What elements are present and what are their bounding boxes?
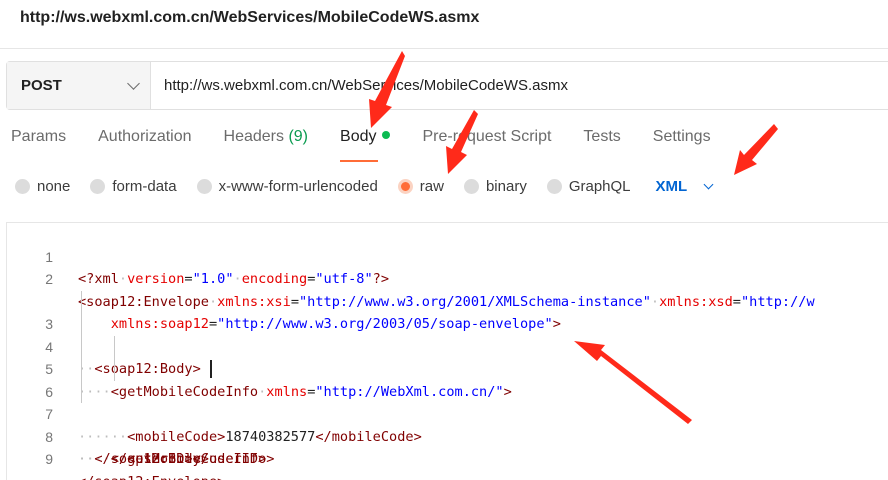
body-type-label: none [37, 177, 71, 195]
body-type-label: GraphQL [568, 177, 631, 195]
body-indicator-dot [382, 131, 391, 139]
body-type-label: form-data [112, 177, 177, 195]
body-type-selector: none form-data x-www-form-urlencoded raw… [15, 175, 714, 197]
line-number: 9 [45, 451, 53, 467]
method-label: POST [21, 77, 62, 94]
body-type-form-data[interactable]: form-data [90, 177, 177, 195]
tab-headers[interactable]: Headers (9) [224, 128, 309, 158]
tab-settings[interactable]: Settings [653, 128, 711, 158]
indent-guide [114, 335, 115, 358]
tab-tests[interactable]: Tests [583, 128, 620, 158]
editor-line: 9 </soap12:Envelope> [7, 426, 888, 480]
indent-guide [81, 290, 82, 313]
raw-language-label: XML [655, 177, 688, 195]
page-title: http://ws.webxml.com.cn/WebServices/Mobi… [20, 9, 480, 26]
code-line: </soap12:Envelope> [78, 471, 225, 480]
tab-body-label: Body [340, 128, 377, 145]
body-type-label: x-www-form-urlencoded [218, 177, 378, 195]
editor-line: xmlns:soap12="http://www.w3.org/2003/05/… [7, 268, 888, 332]
body-type-label: raw [419, 177, 444, 195]
editor-line: 5 ······<mobileCode>18740382577</mobileC… [7, 335, 888, 445]
body-type-graphql[interactable]: GraphQL [546, 177, 631, 195]
active-tab-underline [340, 160, 379, 162]
indent-guide [81, 380, 82, 403]
title-divider [0, 48, 888, 49]
body-type-x-www-form-urlencoded[interactable]: x-www-form-urlencoded [196, 177, 378, 195]
indent-guide [114, 358, 115, 381]
tab-params[interactable]: Params [11, 128, 66, 158]
tab-authorization[interactable]: Authorization [98, 128, 191, 158]
tab-settings-label: Settings [652, 128, 711, 145]
radio-selected-icon [397, 178, 413, 194]
editor-line: 3 ··<soap12:Body> [7, 290, 888, 377]
body-type-label: binary [485, 177, 527, 195]
indent-guide [81, 335, 82, 358]
radio-icon [463, 178, 479, 194]
radio-icon [90, 178, 106, 194]
body-type-none[interactable]: none [15, 178, 70, 195]
indent-guide [81, 313, 82, 336]
editor-line: 4 ····<getMobileCodeInfo·xmlns="http://W… [7, 313, 888, 400]
editor-line: 7 ····</getMobileCodeInfo> [7, 380, 888, 467]
method-dropdown[interactable]: POST [7, 62, 151, 109]
chevron-down-icon [703, 179, 714, 189]
chevron-down-icon [127, 76, 140, 90]
tab-headers-label: Headers [223, 128, 284, 145]
body-type-binary[interactable]: binary [463, 177, 527, 195]
text-cursor [210, 360, 212, 378]
radio-icon [196, 178, 212, 194]
radio-icon [546, 178, 562, 194]
editor-line: 2 <soap12:Envelope·xmlns:xsi="http://www… [7, 246, 888, 310]
editor-line: 1 <?xml·version="1.0"·encoding="utf-8"?> [7, 223, 888, 288]
headers-count-badge: (9) [288, 128, 309, 145]
indent-guide [81, 358, 82, 381]
tab-params-label: Params [11, 128, 67, 145]
code-line: ··</soap12:Body> [78, 451, 209, 467]
editor-line: 8 ··</soap12:Body> [7, 403, 888, 468]
tab-tests-label: Tests [583, 128, 621, 145]
request-bar: POST http://ws.webxml.com.cn/WebServices… [6, 61, 888, 110]
raw-language-dropdown[interactable]: XML [655, 177, 714, 195]
tab-body[interactable]: Body [340, 128, 391, 162]
url-input[interactable]: http://ws.webxml.com.cn/WebServices/Mobi… [151, 62, 888, 109]
request-tabs: Params Authorization Headers (9) Body Pr… [11, 128, 743, 162]
editor-line: 6 ······<userID></userID> [7, 358, 888, 467]
tab-pre-request-script[interactable]: Pre-request Script [422, 128, 551, 158]
tab-pre-request-script-label: Pre-request Script [422, 128, 552, 145]
tab-authorization-label: Authorization [98, 128, 192, 145]
body-type-raw[interactable]: raw [397, 177, 444, 195]
radio-icon [15, 178, 30, 194]
code-editor[interactable]: 1 <?xml·version="1.0"·encoding="utf-8"?>… [6, 222, 888, 480]
